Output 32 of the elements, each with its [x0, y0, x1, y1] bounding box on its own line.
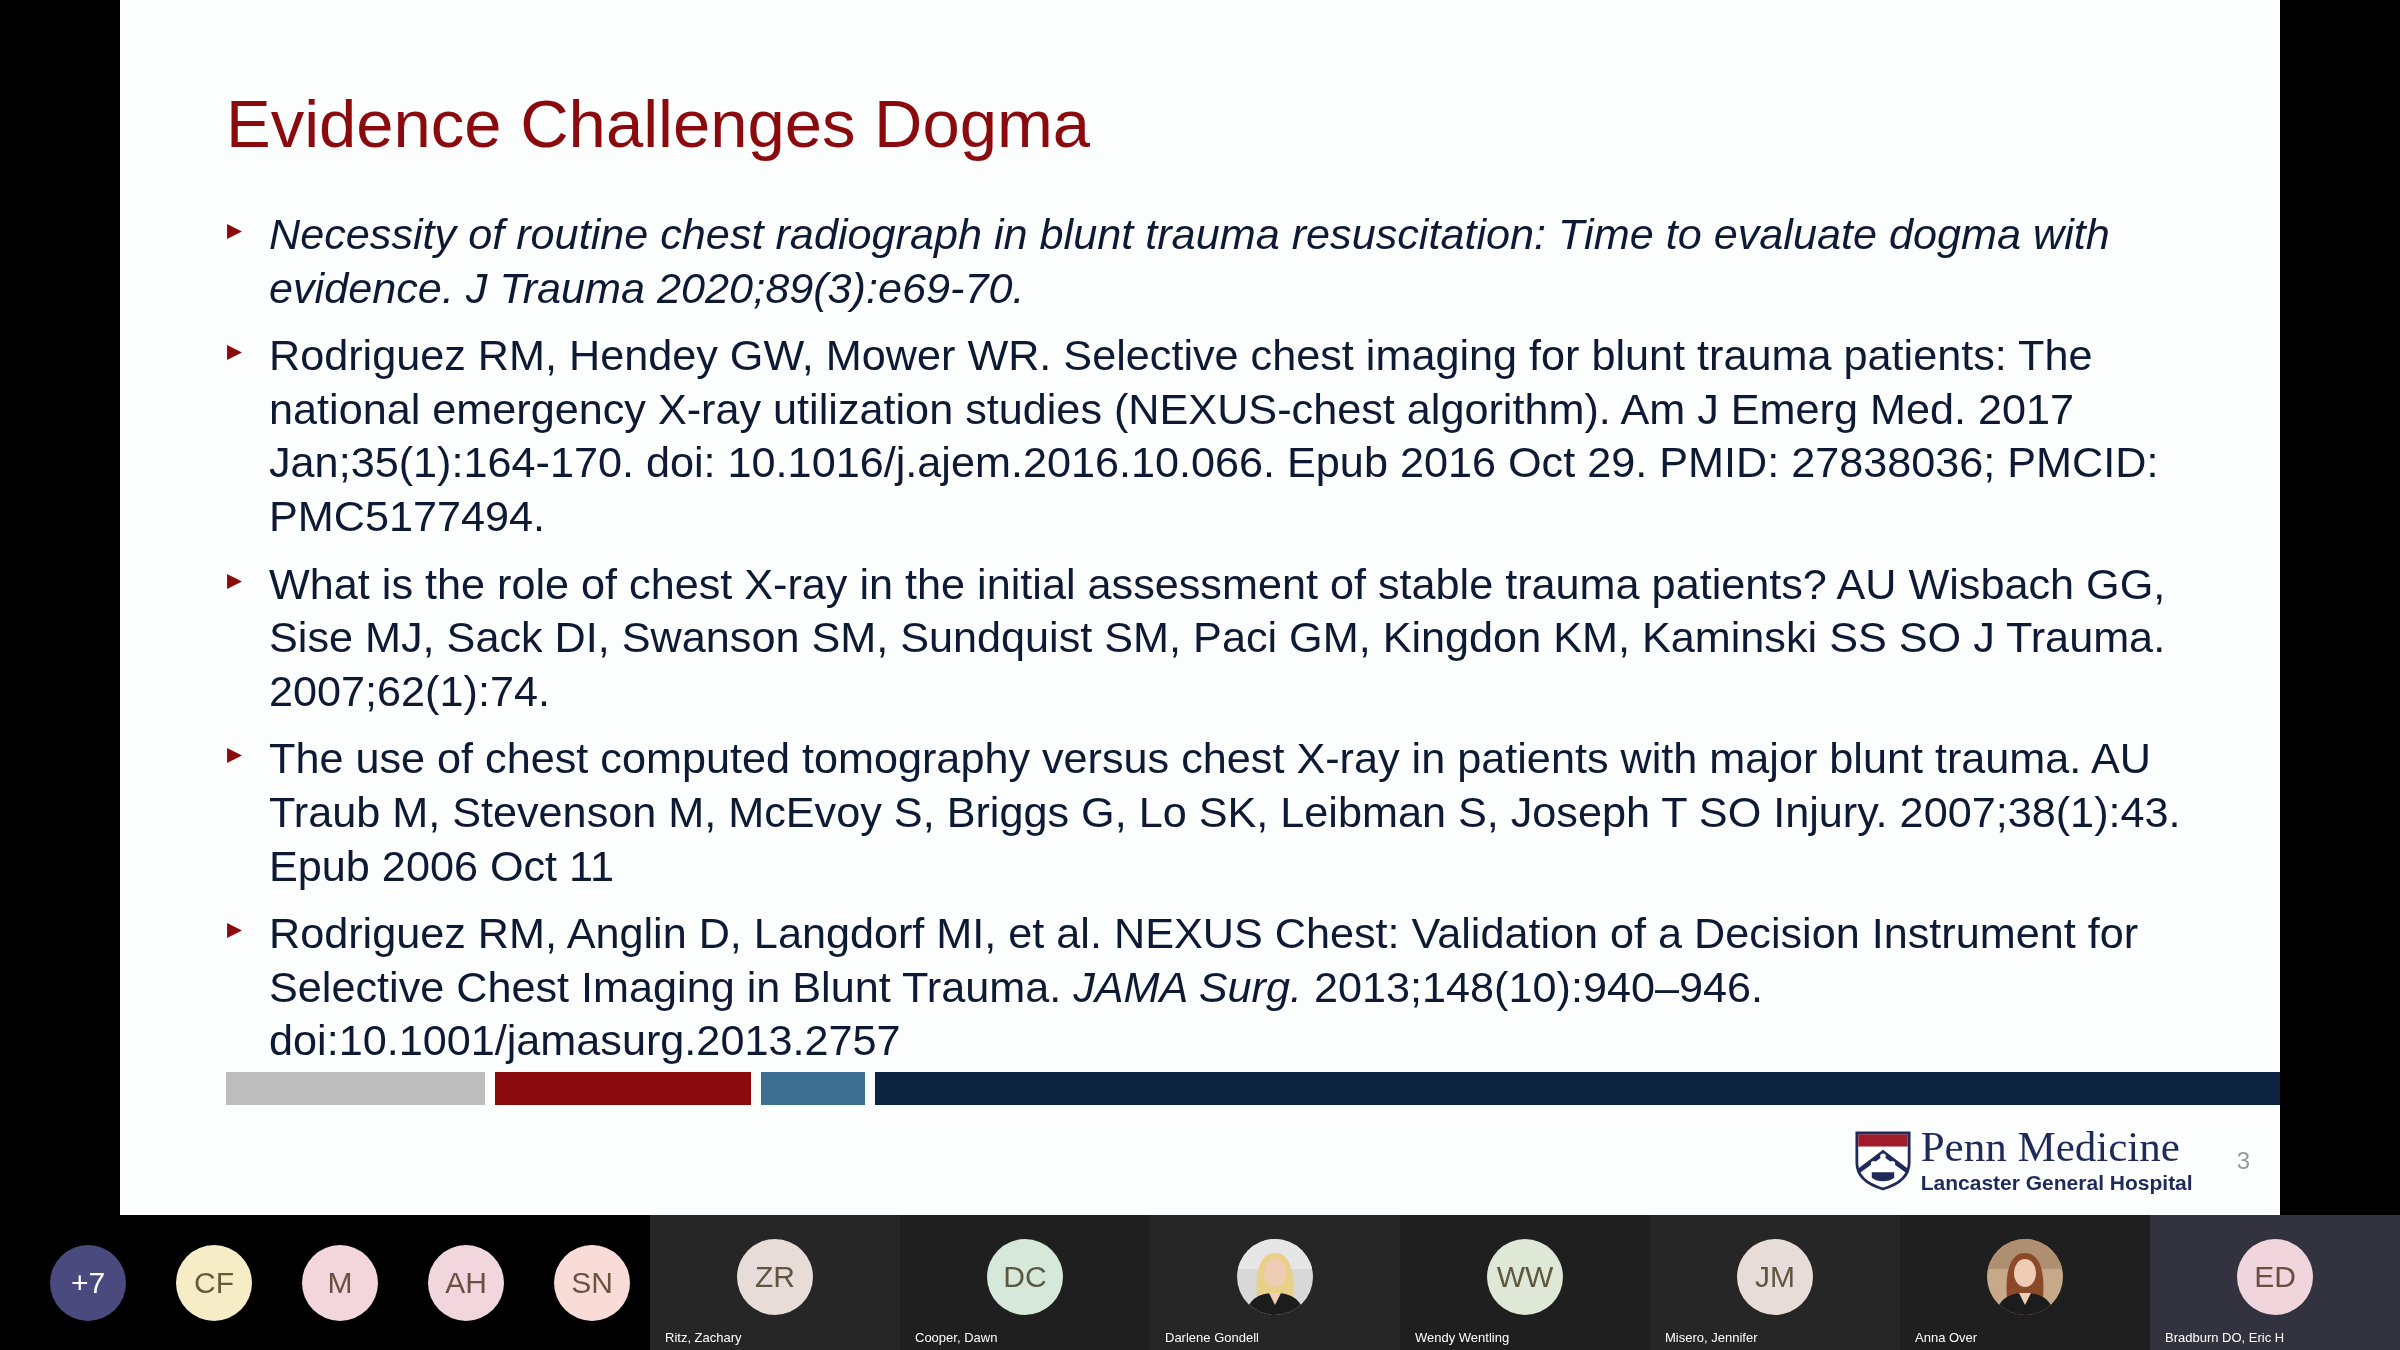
avatar: SN [554, 1244, 630, 1321]
avatar: +7 [50, 1244, 126, 1321]
reference-text: What is the role of chest X-ray in the initial assessment of stable trauma patients? AU Wisbach GG, Sise MJ, Sack DI, Swanson SM, Sundquist SM, Paci GM, Kingdon KM, Kaminski SS SO J Trauma. 2007;62(1):74. [269, 558, 2167, 717]
avatar: CF [176, 1244, 252, 1321]
page-number: 3 [2236, 1146, 2250, 1175]
bullet-icon [226, 922, 243, 940]
avatar: DC [987, 1238, 1063, 1315]
bullet-icon [226, 223, 243, 240]
avatar: ED [2237, 1238, 2313, 1315]
participant-name: Misero, Jennifer [1665, 1330, 1758, 1346]
reference-text: The use of chest computed tomography versus chest X-ray in patients with major blunt trauma. AU Traub M, Stevenson M, McEvoy S, Briggs G, Lo SK, Leibman S, Joseph T SO Injury. 2007;38(1):43. Epub 2006 Oct 11 [269, 733, 2182, 892]
shield-icon [1854, 1130, 1911, 1191]
avatar: JM [1737, 1238, 1813, 1315]
avatar: ZR [737, 1238, 813, 1315]
participant-name: Anna Over [1915, 1330, 1978, 1346]
reference-text: Necessity of routine chest radiograph in blunt trauma resuscitation: Time to evaluate dogma with evidence. J Trauma 2020;89(3):e69-70. [269, 209, 2111, 314]
avatar: AH [428, 1244, 504, 1321]
participant-name: Ritz, Zachary [665, 1330, 742, 1346]
bullet-icon [226, 747, 243, 765]
participant-name: Cooper, Dawn [915, 1330, 998, 1346]
reference-text: Rodriguez RM, Hendey GW, Mower WR. Selective chest imaging for blunt trauma patients: The national emergency X-ray utilization studies (NEXUS-chest algorithm). Am J Emerg Med. 2017 Jan;35(1):164-170. doi: 10.1016/j.ajem.2016.10.066. Epub 2016 Oct 29. PMID: 27838036; PMCID: PMC5177494. [269, 330, 2160, 542]
logo-subtitle: Lancaster General Hospital [1920, 1169, 2193, 1196]
participant-name: Darlene Gondell [1165, 1330, 1259, 1346]
avatar: WW [1487, 1238, 1563, 1315]
avatar: M [302, 1244, 378, 1321]
bullet-icon [226, 572, 243, 590]
slide-title: Evidence Challenges Dogma [226, 85, 1091, 163]
participant-name: Wendy Wentling [1415, 1330, 1510, 1346]
logo-name: Penn Medicine [1920, 1124, 2181, 1169]
bullet-icon [226, 344, 243, 362]
participant-name: Bradburn DO, Eric H [2165, 1330, 2285, 1346]
reference-text: Rodriguez RM, Anglin D, Langdorf MI, et al. NEXUS Chest: Validation of a Decision Instrument for Selective Chest Imaging in Blunt Trauma. JAMA Surg. 2013;148(10):940–946. doi:10.1001/jamasurg.2013.2757 [269, 908, 2140, 1067]
